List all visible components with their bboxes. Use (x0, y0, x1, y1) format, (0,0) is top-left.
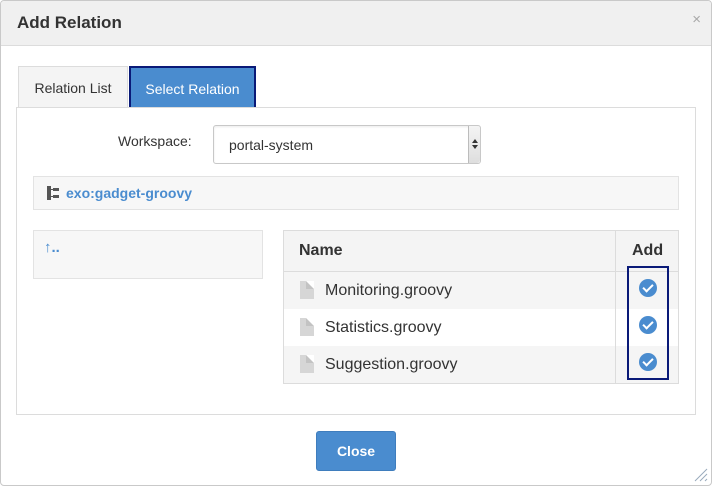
file-name: Monitoring.groovy (325, 282, 453, 299)
select-arrows-icon (468, 126, 480, 163)
column-divider (615, 231, 616, 383)
table-row: Statistics.groovy (284, 309, 615, 346)
tree-panel: ↑.. (33, 230, 263, 279)
workspace-label: Workspace: (118, 133, 192, 149)
file-icon (300, 355, 314, 373)
add-check-icon[interactable] (639, 353, 657, 371)
close-button[interactable]: Close (316, 431, 396, 471)
table-header: Name Add (284, 231, 678, 272)
file-icon (300, 281, 314, 299)
breadcrumb-path-link[interactable]: exo:gadget-groovy (66, 185, 192, 201)
tab-select-relation[interactable]: Select Relation (129, 66, 256, 109)
up-level-button[interactable]: ↑.. (44, 239, 60, 256)
resize-grip-icon[interactable] (692, 466, 708, 482)
column-header-name: Name (299, 242, 343, 259)
column-header-add: Add (632, 242, 664, 259)
file-table: Name Add Monitoring.groovy Statistics.gr… (283, 230, 679, 384)
file-name: Statistics.groovy (325, 319, 442, 336)
tab-relation-list[interactable]: Relation List (18, 66, 128, 109)
workspace-select[interactable]: portal-system (213, 125, 481, 164)
tree-node-icon (47, 186, 59, 200)
workspace-select-value: portal-system (229, 137, 314, 153)
add-check-icon[interactable] (639, 279, 657, 297)
add-check-icon[interactable] (639, 316, 657, 334)
table-row: Monitoring.groovy (284, 272, 615, 309)
dialog-title: Add Relation (17, 13, 122, 32)
table-row: Suggestion.groovy (284, 346, 615, 383)
dialog-header: Add Relation × (1, 1, 711, 46)
breadcrumb: exo:gadget-groovy (33, 176, 679, 210)
file-icon (300, 318, 314, 336)
file-name: Suggestion.groovy (325, 356, 458, 373)
close-icon[interactable]: × (692, 12, 701, 28)
